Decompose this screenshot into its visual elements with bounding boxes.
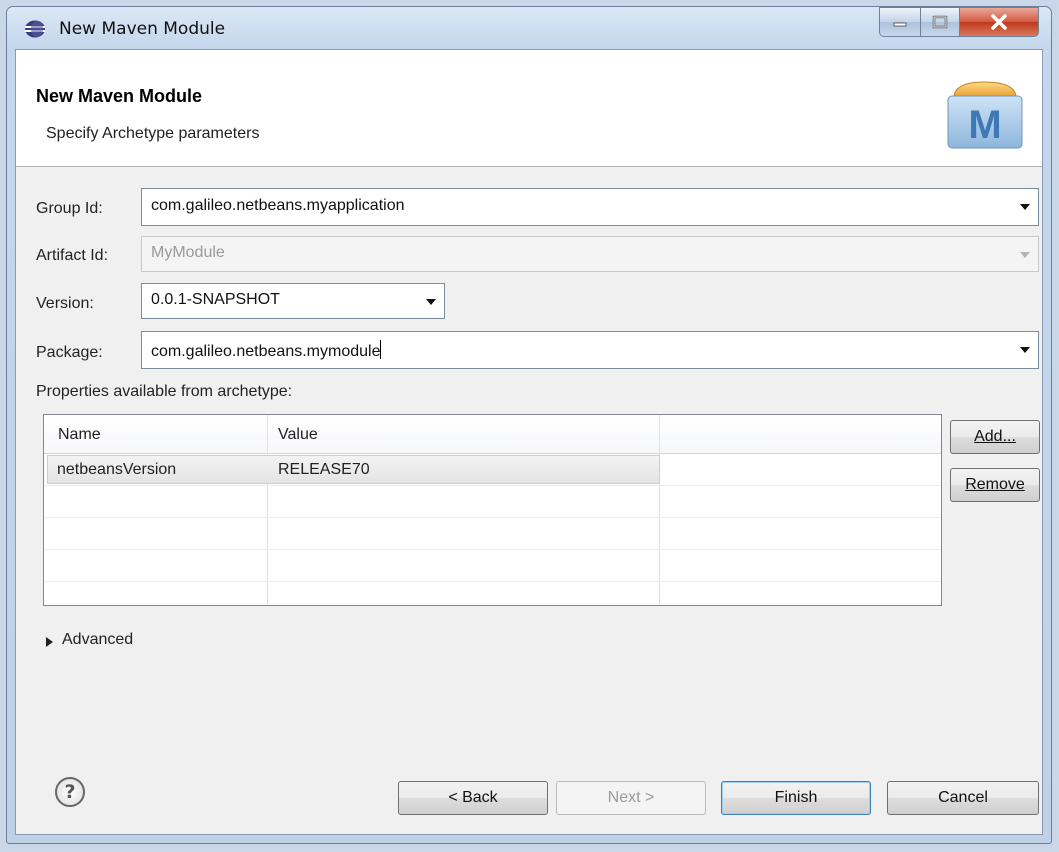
column-header-value[interactable]: Value — [278, 426, 318, 444]
artifact-id-label: Artifact Id: — [36, 247, 109, 264]
column-divider — [267, 415, 268, 605]
version-value: 0.0.1-SNAPSHOT — [151, 291, 280, 308]
remove-button-label: Remove — [965, 476, 1025, 493]
row-divider — [44, 549, 941, 550]
table-cell-value[interactable]: RELEASE70 — [278, 461, 370, 479]
package-value: com.galileo.netbeans.mymodule — [151, 343, 381, 360]
chevron-down-icon[interactable] — [1020, 204, 1030, 210]
row-divider — [44, 581, 941, 582]
advanced-toggle[interactable]: Advanced — [62, 631, 133, 649]
minimize-button[interactable] — [879, 7, 921, 37]
version-label: Version: — [36, 295, 94, 312]
artifact-id-combo: MyModule — [141, 236, 1039, 272]
maximize-button[interactable] — [920, 7, 960, 37]
artifact-id-value: MyModule — [151, 244, 225, 261]
package-input[interactable]: com.galileo.netbeans.mymodule — [151, 340, 382, 361]
column-divider — [659, 415, 660, 605]
table-header: Name Value — [44, 415, 941, 454]
row-divider — [44, 517, 941, 518]
title-bar[interactable]: New Maven Module — [7, 7, 1051, 49]
minimize-icon — [893, 22, 907, 27]
banner-title: New Maven Module — [36, 86, 203, 106]
next-button-label: Next > — [607, 789, 655, 806]
chevron-down-icon — [1020, 252, 1030, 258]
version-combo[interactable]: 0.0.1-SNAPSHOT — [141, 283, 445, 319]
finish-button[interactable]: Finish — [721, 781, 871, 815]
svg-text:M: M — [968, 103, 1001, 147]
remove-property-button[interactable]: Remove — [950, 468, 1040, 502]
dialog-body: New Maven Module Specify Archetype param… — [15, 49, 1043, 835]
cancel-button-label: Cancel — [938, 789, 988, 806]
group-id-value: com.galileo.netbeans.myapplication — [151, 197, 405, 214]
chevron-down-icon[interactable] — [1020, 347, 1030, 353]
add-property-button[interactable]: Add... — [950, 420, 1040, 454]
banner-subtitle: Specify Archetype parameters — [46, 125, 260, 142]
column-header-name[interactable]: Name — [58, 426, 101, 444]
group-id-label: Group Id: — [36, 200, 103, 217]
triangle-right-icon[interactable] — [46, 637, 53, 647]
table-cell-name[interactable]: netbeansVersion — [57, 461, 176, 479]
close-icon — [991, 14, 1007, 30]
group-id-combo[interactable]: com.galileo.netbeans.myapplication — [141, 188, 1039, 226]
eclipse-icon — [25, 20, 45, 38]
back-button[interactable]: < Back — [398, 781, 548, 815]
package-combo[interactable]: com.galileo.netbeans.mymodule — [141, 331, 1039, 369]
maven-logo-icon: M — [947, 81, 1023, 149]
cancel-button[interactable]: Cancel — [887, 781, 1039, 815]
text-caret — [380, 340, 382, 359]
properties-label: Properties available from archetype: — [36, 383, 293, 400]
window-title: New Maven Module — [59, 19, 226, 39]
properties-table[interactable]: Name Value netbeansVersion RELEASE70 — [43, 414, 942, 606]
package-label: Package: — [36, 344, 103, 361]
close-button[interactable] — [959, 7, 1039, 37]
add-button-label: Add... — [974, 428, 1016, 445]
row-divider — [44, 485, 941, 486]
wizard-banner: New Maven Module Specify Archetype param… — [16, 50, 1042, 167]
back-button-label: < Back — [448, 789, 498, 806]
help-icon[interactable]: ? — [55, 777, 85, 807]
dialog-window: New Maven Module New Maven Module Specif… — [6, 6, 1052, 844]
next-button: Next > — [556, 781, 706, 815]
finish-button-label: Finish — [774, 789, 818, 806]
chevron-down-icon[interactable] — [426, 299, 436, 305]
maximize-icon — [932, 15, 948, 29]
